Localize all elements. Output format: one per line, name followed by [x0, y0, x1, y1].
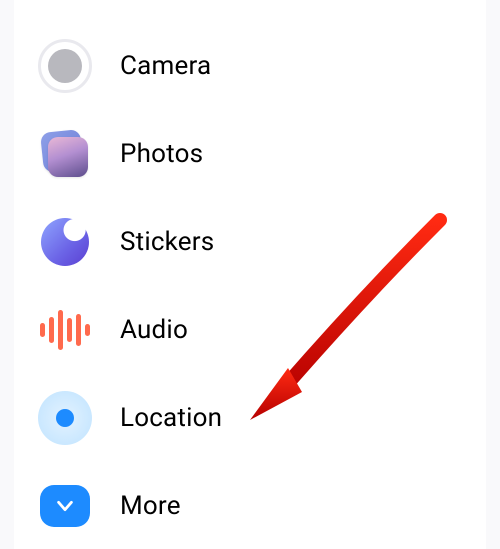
chevron-down-icon [54, 495, 76, 517]
camera-icon [38, 39, 92, 93]
camera-menu-item[interactable]: Camera [14, 22, 486, 110]
audio-icon [38, 303, 92, 357]
menu-item-label: More [120, 491, 181, 521]
menu-item-label: Stickers [120, 227, 214, 257]
more-menu-item[interactable]: More [14, 462, 486, 549]
stickers-icon [38, 215, 92, 269]
menu-item-label: Location [120, 403, 222, 433]
attachment-menu: Camera Photos Stickers Audio [14, 22, 486, 549]
menu-item-label: Photos [120, 139, 203, 169]
menu-item-label: Audio [120, 315, 188, 345]
attachment-menu-sheet: Camera Photos Stickers Audio [14, 0, 486, 549]
stickers-menu-item[interactable]: Stickers [14, 198, 486, 286]
audio-menu-item[interactable]: Audio [14, 286, 486, 374]
location-icon [38, 391, 92, 445]
menu-item-label: Camera [120, 51, 211, 81]
photos-menu-item[interactable]: Photos [14, 110, 486, 198]
location-menu-item[interactable]: Location [14, 374, 486, 462]
photos-icon [38, 127, 92, 181]
more-icon [38, 479, 92, 533]
